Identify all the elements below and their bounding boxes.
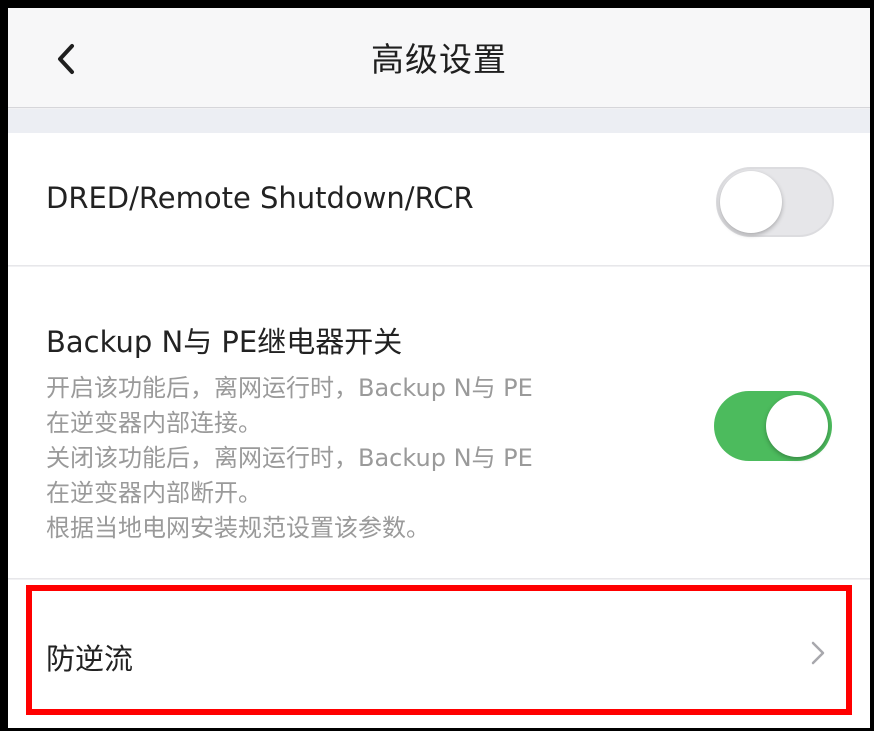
- setting-row-anti-backflow[interactable]: 防逆流: [8, 580, 870, 728]
- dred-toggle[interactable]: [716, 167, 834, 237]
- description-line: 在逆变器内部断开。: [46, 479, 262, 507]
- toggle-knob: [720, 171, 782, 233]
- toggle-knob: [766, 395, 828, 457]
- backup-relay-toggle[interactable]: [714, 391, 832, 461]
- screen: 高级设置 DRED/Remote Shutdown/RCR Backup N与 …: [0, 0, 874, 731]
- description-line: 开启该功能后，离网运行时，Backup N与 PE: [46, 374, 533, 402]
- backup-relay-label: Backup N与 PE继电器开关: [46, 325, 403, 359]
- chevron-right-icon: [811, 641, 825, 665]
- dred-label: DRED/Remote Shutdown/RCR: [46, 181, 474, 215]
- description-line: 根据当地电网安装规范设置该参数。: [46, 514, 430, 542]
- description-line: 关闭该功能后，离网运行时，Backup N与 PE: [46, 444, 533, 472]
- backup-relay-description: 开启该功能后，离网运行时，Backup N与 PE 在逆变器内部连接。 关闭该功…: [46, 371, 666, 546]
- nav-header: 高级设置: [8, 8, 870, 108]
- setting-row-backup-relay: Backup N与 PE继电器开关 开启该功能后，离网运行时，Backup N与…: [8, 267, 870, 579]
- setting-row-dred: DRED/Remote Shutdown/RCR: [8, 133, 870, 266]
- section-divider: [8, 109, 870, 133]
- page-title: 高级设置: [371, 40, 507, 79]
- description-line: 在逆变器内部连接。: [46, 409, 262, 437]
- anti-backflow-label: 防逆流: [46, 642, 134, 676]
- back-button[interactable]: [50, 42, 84, 76]
- chevron-left-icon: [58, 44, 74, 74]
